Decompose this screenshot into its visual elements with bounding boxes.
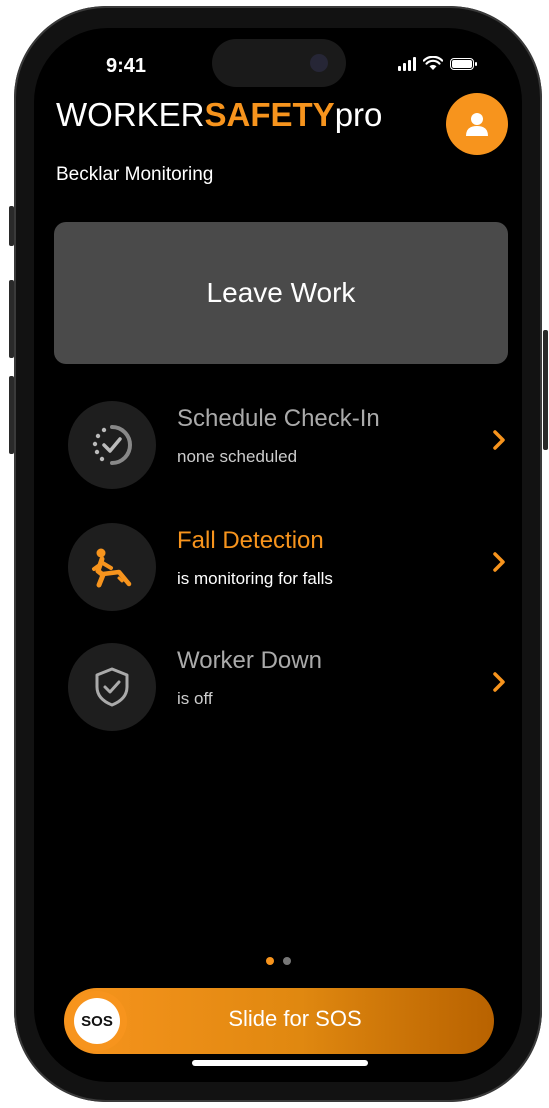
page-dot[interactable] [283,957,291,965]
brand-suffix: pro [334,96,383,133]
list-item-worker-down[interactable]: Worker Down is off [66,643,506,735]
shield-check-icon [95,667,129,707]
item-icon-container [68,401,156,489]
item-subtitle: is monitoring for falls [177,569,333,588]
page-dot-active[interactable] [266,957,274,965]
leave-work-button[interactable]: Leave Work [54,222,508,364]
status-icons [398,56,477,71]
profile-button[interactable] [446,93,508,155]
dynamic-island [212,39,346,87]
item-title: Schedule Check-In [177,405,380,432]
power-button [543,330,548,450]
organization-name: Becklar Monitoring [56,164,214,185]
status-time: 9:41 [106,55,147,77]
brand-prefix: WORKER [56,96,205,133]
sos-knob-label: SOS [74,998,120,1044]
battery-icon [450,57,477,70]
app-screen: 9:41 WORKERSAFETYpro Becklar Monitoring [34,28,522,1082]
falling-person-icon [92,548,132,588]
item-icon-container [68,643,156,731]
user-icon [466,113,488,136]
signal-icon [398,56,416,71]
page-indicator [266,957,291,965]
front-camera [310,54,328,72]
item-icon-container [68,523,156,611]
list-item-fall-detection[interactable]: Fall Detection is monitoring for falls [66,523,506,615]
sos-slider-label: Slide for SOS [228,1006,362,1031]
home-indicator[interactable] [192,1060,368,1066]
app-brand-logo: WORKERSAFETYpro [56,96,382,134]
brand-accent: SAFETY [204,96,335,133]
sos-slider[interactable]: Slide for SOS SOS [64,988,494,1054]
phone-frame: 9:41 WORKERSAFETYpro Becklar Monitoring [0,0,549,1108]
item-title: Worker Down [177,647,322,674]
wifi-icon [423,56,443,70]
chevron-right-icon [493,430,505,450]
chevron-right-icon [493,552,505,572]
sos-slider-handle[interactable]: SOS [67,991,127,1051]
list-item-schedule-check-in[interactable]: Schedule Check-In none scheduled [66,401,506,493]
timer-check-icon [92,425,132,465]
item-subtitle: none scheduled [177,447,298,466]
item-subtitle: is off [177,689,213,708]
chevron-right-icon [493,672,505,692]
item-title: Fall Detection [177,527,324,554]
